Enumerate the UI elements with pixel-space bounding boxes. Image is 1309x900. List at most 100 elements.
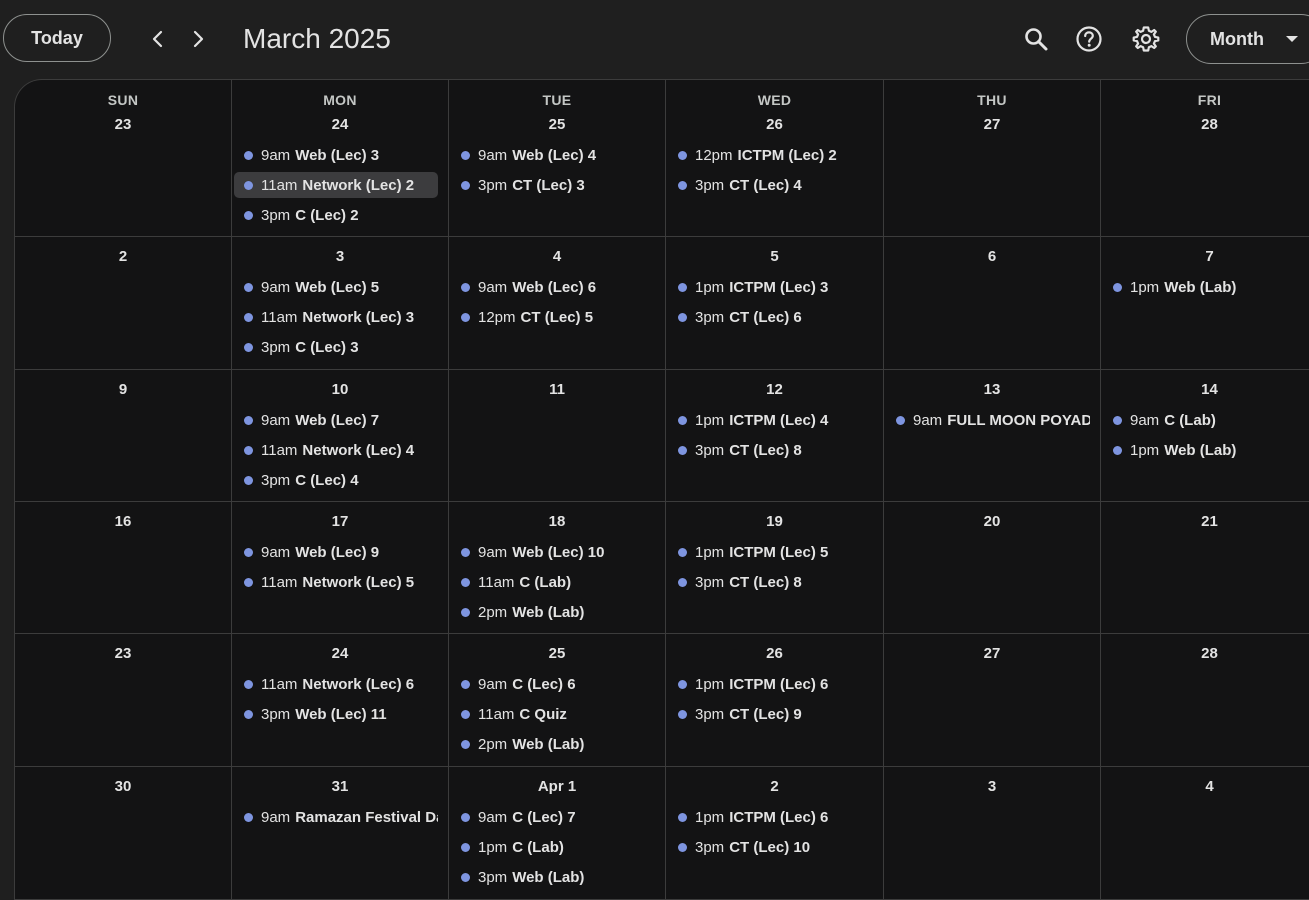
day-cell[interactable]: 14 9am C (Lab) 1pm Web (Lab) [1101, 370, 1309, 502]
day-cell[interactable]: TUE 25 9am Web (Lec) 4 3pm CT (Lec) 3 [449, 80, 666, 237]
day-number[interactable]: 25 [449, 116, 665, 133]
day-number[interactable]: 16 [15, 513, 231, 530]
day-cell[interactable]: 17 9am Web (Lec) 9 11am Network (Lec) 5 [232, 502, 449, 634]
day-number[interactable]: 12 [666, 381, 883, 398]
day-cell[interactable]: 9 [15, 370, 232, 502]
day-cell[interactable]: FRI 28 [1101, 80, 1309, 237]
event-chip[interactable]: 9am Web (Lec) 3 [234, 142, 438, 168]
day-number[interactable]: 4 [1101, 778, 1309, 795]
day-cell[interactable]: SUN 23 [15, 80, 232, 237]
day-cell[interactable]: MON 24 9am Web (Lec) 3 11am Network (Lec) 2 3p… [232, 80, 449, 237]
day-cell[interactable]: 7 1pm Web (Lab) [1101, 237, 1309, 370]
day-number[interactable]: 11 [449, 381, 665, 398]
day-number[interactable]: 3 [884, 778, 1100, 795]
event-chip[interactable]: 3pm CT (Lec) 8 [668, 437, 873, 463]
day-number[interactable]: 18 [449, 513, 665, 530]
event-chip[interactable]: 9amFULL MOON POYADAY [886, 407, 1090, 433]
event-chip[interactable]: 1pm ICTPM (Lec) 4 [668, 407, 873, 433]
search-button[interactable] [1017, 20, 1055, 58]
day-cell[interactable]: 4 9am Web (Lec) 6 12pm CT (Lec) 5 [449, 237, 666, 370]
event-chip[interactable]: 1pm ICTPM (Lec) 5 [668, 539, 873, 565]
day-cell[interactable]: 6 [884, 237, 1101, 370]
previous-month-button[interactable] [142, 22, 174, 56]
day-number[interactable]: 3 [232, 248, 448, 265]
day-cell[interactable]: THU 27 [884, 80, 1101, 237]
day-cell[interactable]: Apr 1 9am C (Lec) 7 1pm C (Lab) 3pm Web (Lab) [449, 767, 666, 900]
event-chip[interactable]: 9am Web (Lec) 4 [451, 142, 655, 168]
event-chip[interactable]: 11am Network (Lec) 6 [234, 671, 438, 697]
event-chip[interactable]: 3pm CT (Lec) 4 [668, 172, 873, 198]
day-number[interactable]: 20 [884, 513, 1100, 530]
day-number[interactable]: 6 [884, 248, 1100, 265]
event-chip[interactable]: 11am Network (Lec) 4 [234, 437, 438, 463]
day-number[interactable]: 28 [1101, 116, 1309, 133]
day-cell[interactable]: 27 [884, 634, 1101, 767]
day-cell[interactable]: 30 [15, 767, 232, 900]
event-chip[interactable]: 1pm ICTPM (Lec) 3 [668, 274, 873, 300]
event-chip[interactable]: 3pm Web (Lab) [451, 864, 655, 890]
day-cell[interactable]: 21 [1101, 502, 1309, 634]
day-cell[interactable]: 11 [449, 370, 666, 502]
day-cell[interactable]: 26 1pm ICTPM (Lec) 6 3pm CT (Lec) 9 [666, 634, 884, 767]
event-chip[interactable]: 3pm CT (Lec) 6 [668, 304, 873, 330]
event-chip[interactable]: 3pm C (Lec) 4 [234, 467, 438, 493]
settings-button[interactable] [1127, 20, 1165, 58]
day-number[interactable]: 5 [666, 248, 883, 265]
day-number[interactable]: 23 [15, 116, 231, 133]
day-cell[interactable]: 20 [884, 502, 1101, 634]
event-chip[interactable]: 9am Web (Lec) 5 [234, 274, 438, 300]
event-chip[interactable]: 11am Network (Lec) 3 [234, 304, 438, 330]
event-chip[interactable]: 2pm Web (Lab) [451, 731, 655, 757]
day-number[interactable]: 17 [232, 513, 448, 530]
day-cell[interactable]: 18 9am Web (Lec) 10 11am C (Lab) 2pm Web (Lab) [449, 502, 666, 634]
day-number[interactable]: 2 [15, 248, 231, 265]
next-month-button[interactable] [182, 22, 214, 56]
day-number[interactable]: 30 [15, 778, 231, 795]
day-number[interactable]: 2 [666, 778, 883, 795]
day-number[interactable]: 21 [1101, 513, 1309, 530]
event-chip[interactable]: 2pm Web (Lab) [451, 599, 655, 625]
day-number[interactable]: 9 [15, 381, 231, 398]
event-chip[interactable]: 9am Web (Lec) 6 [451, 274, 655, 300]
day-number[interactable]: 24 [232, 116, 448, 133]
day-number[interactable]: 27 [884, 116, 1100, 133]
event-chip[interactable]: 3pm C (Lec) 3 [234, 334, 438, 360]
day-cell[interactable]: 2 [15, 237, 232, 370]
event-chip[interactable]: 9am Web (Lec) 9 [234, 539, 438, 565]
day-number[interactable]: 27 [884, 645, 1100, 662]
event-chip[interactable]: 12pm ICTPM (Lec) 2 [668, 142, 873, 168]
day-number[interactable]: 19 [666, 513, 883, 530]
day-cell[interactable]: 25 9am C (Lec) 6 11am C Quiz 2pm Web (Lab) [449, 634, 666, 767]
day-number[interactable]: 31 [232, 778, 448, 795]
day-number[interactable]: 14 [1101, 381, 1309, 398]
help-button[interactable] [1070, 20, 1108, 58]
day-cell[interactable]: 19 1pm ICTPM (Lec) 5 3pm CT (Lec) 8 [666, 502, 884, 634]
day-cell[interactable]: 3 [884, 767, 1101, 900]
day-number[interactable]: 26 [666, 645, 883, 662]
event-chip[interactable]: 11am Network (Lec) 2 [234, 172, 438, 198]
event-chip[interactable]: 9am Ramazan Festival Day [234, 804, 438, 830]
day-number[interactable]: 28 [1101, 645, 1309, 662]
event-chip[interactable]: 1pm C (Lab) [451, 834, 655, 860]
day-cell[interactable]: 13 9amFULL MOON POYADAY [884, 370, 1101, 502]
event-chip[interactable]: 11am C Quiz [451, 701, 655, 727]
day-cell[interactable]: 28 [1101, 634, 1309, 767]
event-chip[interactable]: 9am C (Lec) 6 [451, 671, 655, 697]
event-chip[interactable]: 1pm ICTPM (Lec) 6 [668, 671, 873, 697]
event-chip[interactable]: 1pm ICTPM (Lec) 6 [668, 804, 873, 830]
day-cell[interactable]: 24 11am Network (Lec) 6 3pm Web (Lec) 11 [232, 634, 449, 767]
event-chip[interactable]: 11am C (Lab) [451, 569, 655, 595]
day-cell[interactable]: 10 9am Web (Lec) 7 11am Network (Lec) 4 3pm C … [232, 370, 449, 502]
day-number[interactable]: 13 [884, 381, 1100, 398]
day-cell[interactable]: 4 [1101, 767, 1309, 900]
event-chip[interactable]: 3pm Web (Lec) 11 [234, 701, 438, 727]
day-cell[interactable]: 3 9am Web (Lec) 5 11am Network (Lec) 3 3pm C (… [232, 237, 449, 370]
event-chip[interactable]: 9am Web (Lec) 10 [451, 539, 655, 565]
day-number[interactable]: 26 [666, 116, 883, 133]
event-chip[interactable]: 9am C (Lec) 7 [451, 804, 655, 830]
day-cell[interactable]: 12 1pm ICTPM (Lec) 4 3pm CT (Lec) 8 [666, 370, 884, 502]
day-cell[interactable]: 31 9am Ramazan Festival Day [232, 767, 449, 900]
event-chip[interactable]: 9am C (Lab) [1103, 407, 1308, 433]
day-number[interactable]: 23 [15, 645, 231, 662]
event-chip[interactable]: 3pm C (Lec) 2 [234, 202, 438, 228]
